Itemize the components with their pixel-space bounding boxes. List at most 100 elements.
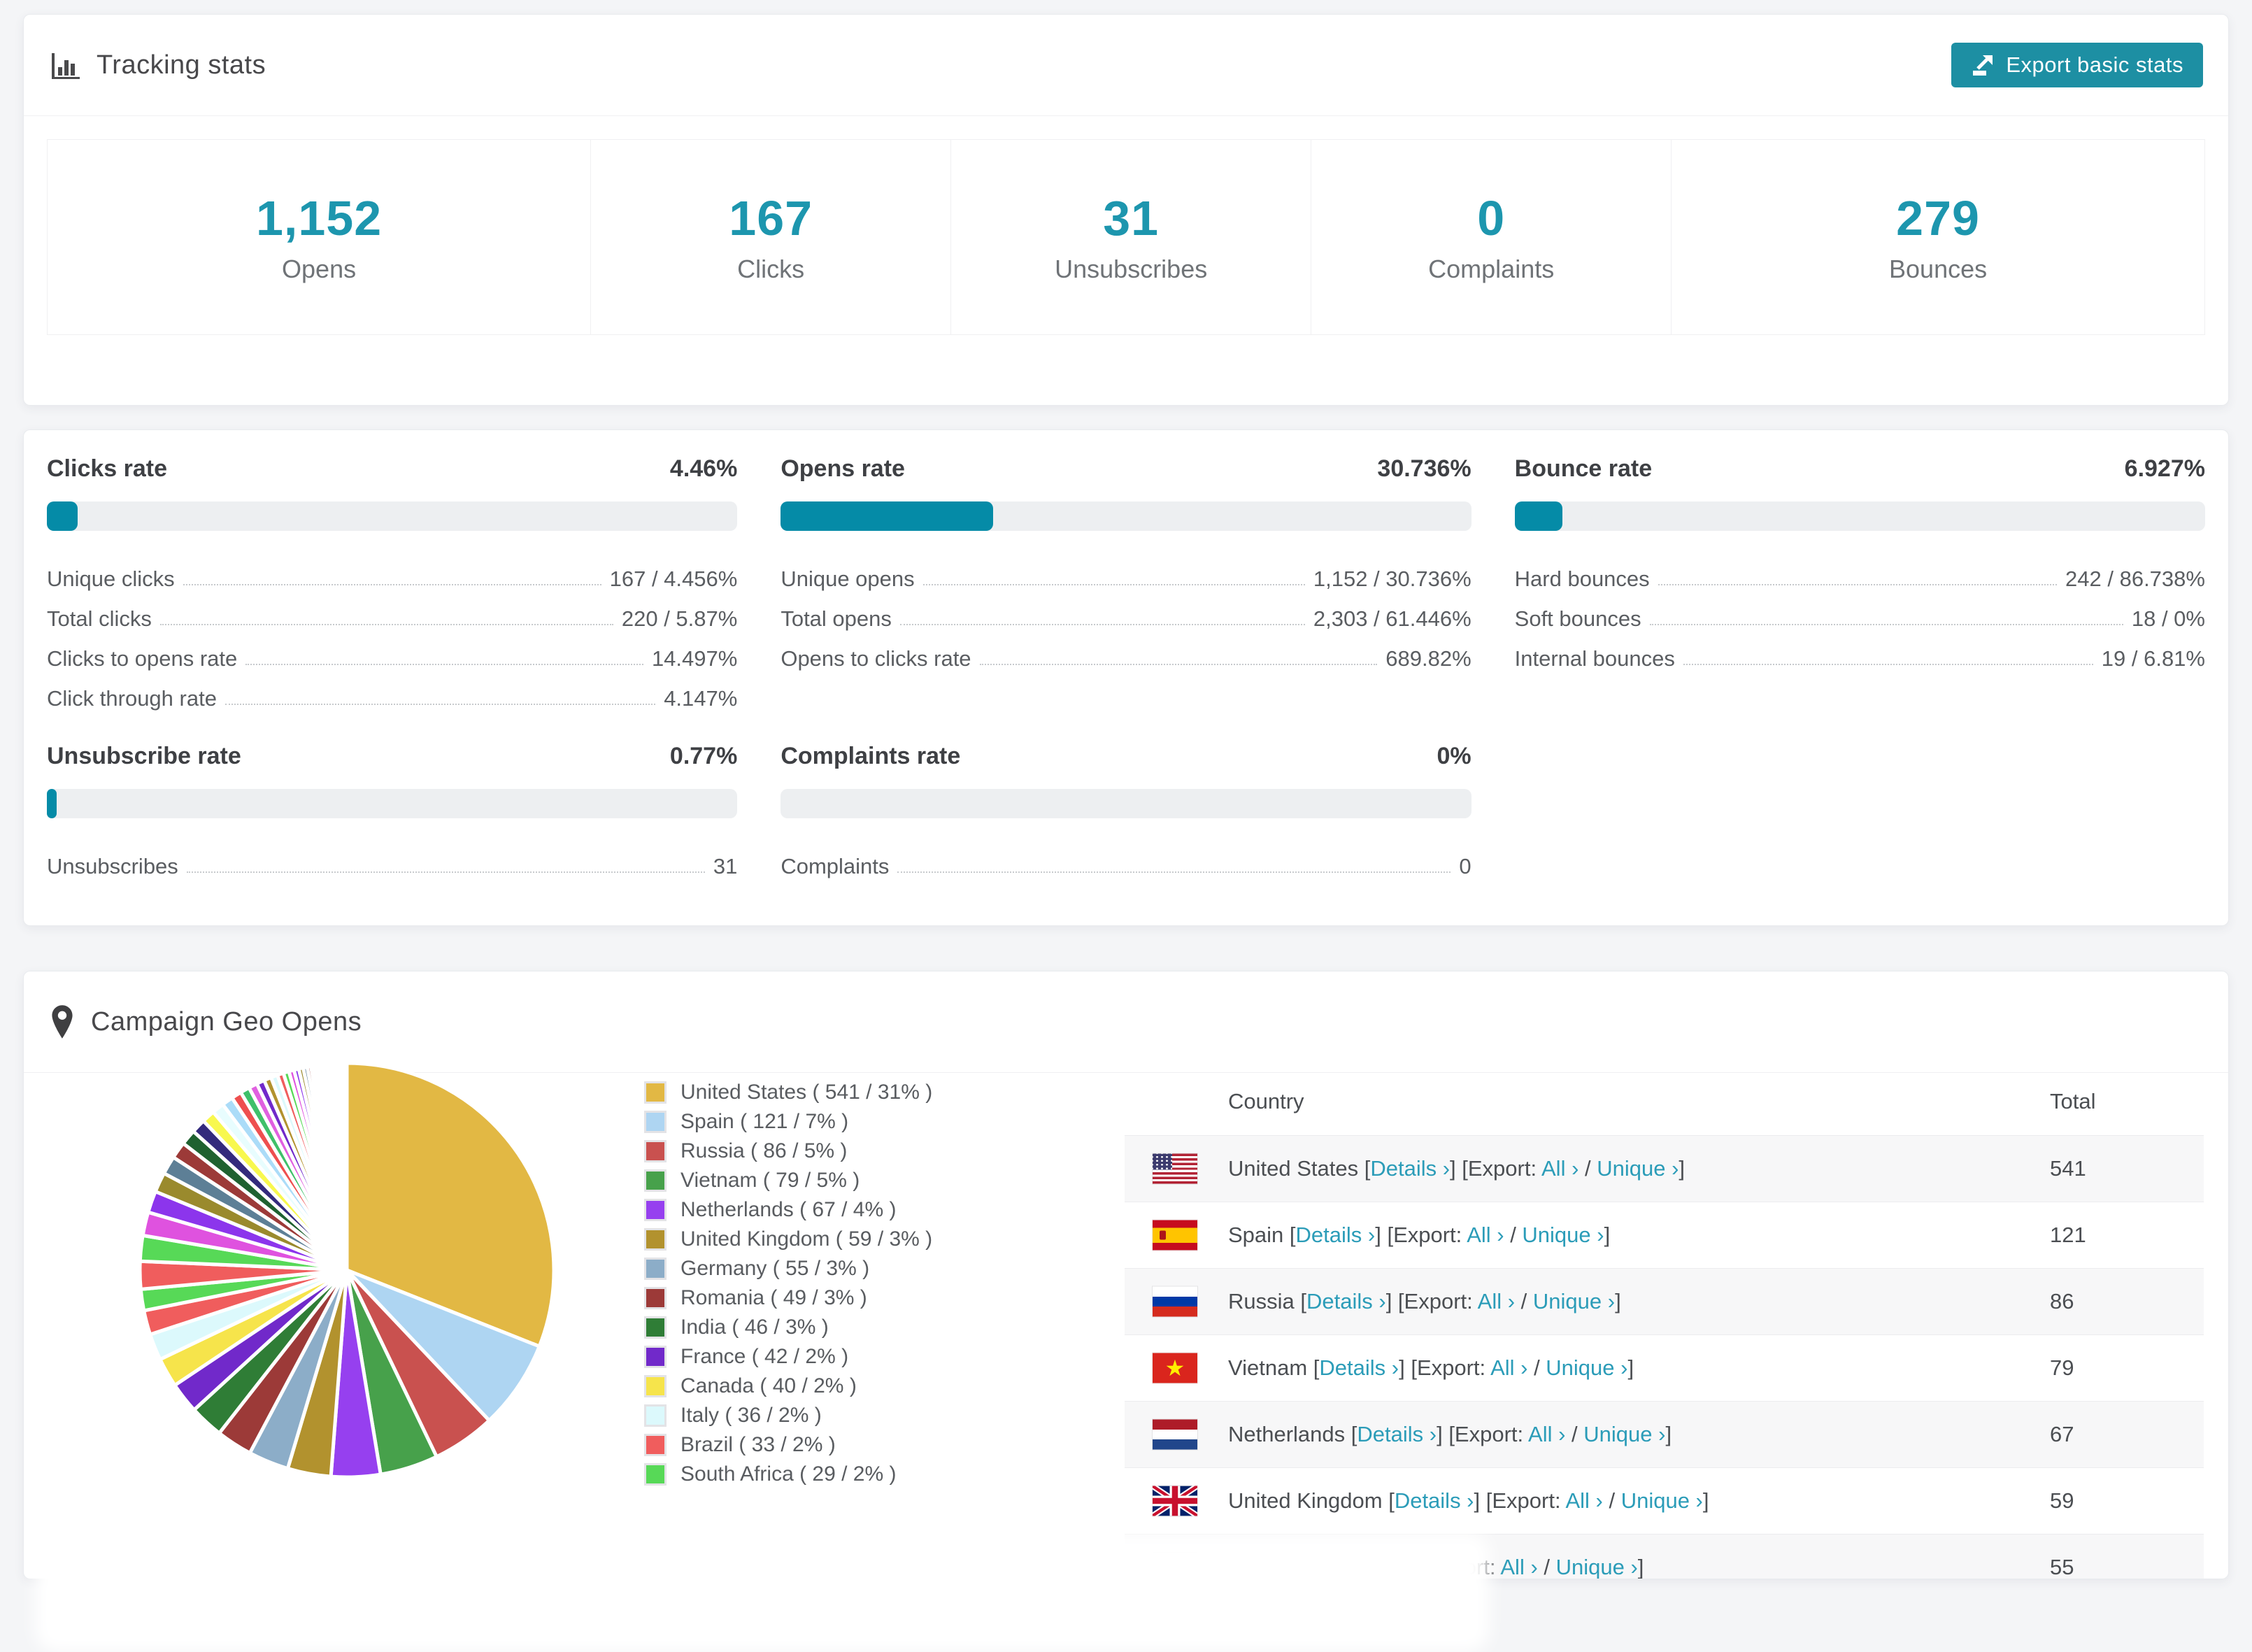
total-cell: 67 bbox=[2050, 1422, 2074, 1446]
stat-label: Clicks bbox=[737, 255, 805, 283]
export-unique-link[interactable]: Unique › bbox=[1583, 1422, 1665, 1446]
detail-value: 31 bbox=[713, 854, 738, 878]
legend-swatch bbox=[644, 1199, 667, 1221]
dotted-leader bbox=[225, 704, 656, 705]
dotted-leader bbox=[159, 624, 613, 625]
legend-swatch bbox=[644, 1081, 667, 1104]
export-all-link[interactable]: All › bbox=[1467, 1223, 1504, 1247]
pie-legend: United States ( 541 / 31% ) Spain ( 121 /… bbox=[644, 1078, 932, 1489]
legend-label: United Kingdom ( 59 / 3% ) bbox=[680, 1227, 933, 1251]
country-cell: Netherlands [Details ›] [Export: All › /… bbox=[1228, 1422, 1672, 1446]
tracking-stats-header: Tracking stats Export basic stats bbox=[24, 15, 2228, 116]
table-row: United States [Details ›] [Export: All ›… bbox=[1125, 1135, 2204, 1202]
export-basic-stats-button[interactable]: Export basic stats bbox=[1951, 43, 2203, 87]
rate-progress-bar bbox=[1514, 501, 2205, 531]
column-header-country: Country bbox=[1228, 1089, 1304, 1113]
details-link[interactable]: Details › bbox=[1395, 1488, 1474, 1513]
detail-label: Unique clicks bbox=[47, 567, 175, 591]
country-name: Vietnam bbox=[1228, 1355, 1308, 1380]
rate-detail-row: Hard bounces 242 / 86.738% bbox=[1515, 552, 2205, 592]
export-unique-link[interactable]: Unique › bbox=[1522, 1223, 1604, 1247]
legend-label: United States ( 541 / 31% ) bbox=[680, 1081, 933, 1104]
geo-country-table: Country Total United States [Details ›] … bbox=[1125, 1048, 2204, 1579]
legend-label: Netherlands ( 67 / 4% ) bbox=[680, 1198, 897, 1221]
table-row: Russia [Details ›] [Export: All › / Uniq… bbox=[1125, 1268, 2204, 1334]
export-unique-link[interactable]: Unique › bbox=[1546, 1355, 1627, 1380]
rate-progress-fill bbox=[1514, 501, 1563, 531]
country-name: Russia bbox=[1228, 1289, 1295, 1313]
rate-value: 4.46% bbox=[669, 455, 738, 482]
details-link[interactable]: Details › bbox=[1306, 1289, 1386, 1313]
legend-swatch bbox=[644, 1404, 667, 1427]
export-all-link[interactable]: All › bbox=[1478, 1289, 1515, 1313]
stat-value: 1,152 bbox=[255, 191, 383, 245]
detail-label: Total opens bbox=[781, 606, 892, 631]
detail-value: 14.497% bbox=[651, 646, 738, 671]
legend-label: Vietnam ( 79 / 5% ) bbox=[680, 1169, 860, 1192]
export-all-link[interactable]: All › bbox=[1500, 1555, 1537, 1579]
detail-value: 220 / 5.87% bbox=[621, 606, 738, 631]
legend-item: France ( 42 / 2% ) bbox=[644, 1342, 932, 1372]
geo-title: Campaign Geo Opens bbox=[91, 1006, 362, 1037]
export-unique-link[interactable]: Unique › bbox=[1621, 1488, 1703, 1513]
details-link[interactable]: Details › bbox=[1296, 1223, 1376, 1247]
country-cell: Spain [Details ›] [Export: All › / Uniqu… bbox=[1228, 1223, 1611, 1247]
country-cell: Vietnam [Details ›] [Export: All › / Uni… bbox=[1228, 1355, 1634, 1380]
table-row: Spain [Details ›] [Export: All › / Uniqu… bbox=[1125, 1202, 2204, 1268]
table-row: Vietnam [Details ›] [Export: All › / Uni… bbox=[1125, 1334, 2204, 1401]
rate-progress-bar bbox=[47, 501, 738, 531]
legend-swatch bbox=[644, 1316, 667, 1339]
detail-value: 242 / 86.738% bbox=[2065, 567, 2205, 591]
export-unique-link[interactable]: Unique › bbox=[1597, 1156, 1679, 1181]
export-unique-link[interactable]: Unique › bbox=[1556, 1555, 1638, 1579]
rate-detail-row: Soft bounces 18 / 0% bbox=[1515, 592, 2205, 632]
legend-label: Spain ( 121 / 7% ) bbox=[680, 1110, 849, 1133]
total-cell: 86 bbox=[2050, 1289, 2074, 1313]
geo-opens-pie-chart bbox=[130, 1053, 564, 1487]
legend-item: South Africa ( 29 / 2% ) bbox=[644, 1460, 932, 1489]
legend-item: Romania ( 49 / 3% ) bbox=[644, 1283, 932, 1313]
dotted-leader bbox=[922, 584, 1305, 585]
legend-label: South Africa ( 29 / 2% ) bbox=[680, 1462, 897, 1486]
stat-value: 167 bbox=[729, 191, 813, 245]
export-unique-link[interactable]: Unique › bbox=[1533, 1289, 1615, 1313]
rates-grid: Clicks rate 4.46% Unique clicks 167 / 4.456… bbox=[24, 430, 2228, 904]
export-all-link[interactable]: All › bbox=[1541, 1156, 1578, 1181]
dotted-leader bbox=[899, 624, 1305, 625]
campaign-geo-opens-card: Campaign Geo Opens United States ( 541 /… bbox=[23, 971, 2229, 1579]
detail-label: Clicks to opens rate bbox=[47, 646, 238, 671]
details-link[interactable]: Details › bbox=[1319, 1355, 1399, 1380]
rate-detail-row: Unique clicks 167 / 4.456% bbox=[47, 552, 737, 592]
summary-stat-unsubscribes: 31 Unsubscribes bbox=[951, 140, 1312, 334]
legend-swatch bbox=[644, 1346, 667, 1368]
details-link[interactable]: Details › bbox=[1357, 1422, 1437, 1446]
rate-detail-row: Total opens 2,303 / 61.446% bbox=[781, 592, 1471, 632]
legend-item: Brazil ( 33 / 2% ) bbox=[644, 1430, 932, 1460]
stat-value: 31 bbox=[1103, 191, 1160, 245]
stat-value: 0 bbox=[1477, 191, 1506, 245]
detail-value: 167 / 4.456% bbox=[609, 567, 738, 591]
detail-value: 0 bbox=[1459, 854, 1471, 878]
export-all-link[interactable]: All › bbox=[1490, 1355, 1527, 1380]
export-all-link[interactable]: All › bbox=[1528, 1422, 1565, 1446]
legend-swatch bbox=[644, 1258, 667, 1280]
rate-detail-row: Clicks to opens rate 14.497% bbox=[47, 632, 737, 671]
detail-label: Soft bounces bbox=[1514, 606, 1641, 631]
details-link[interactable]: Details › bbox=[1370, 1156, 1450, 1181]
detail-value: 18 / 0% bbox=[2131, 606, 2205, 631]
country-cell: Russia [Details ›] [Export: All › / Uniq… bbox=[1228, 1289, 1621, 1313]
rate-detail-row: Total clicks 220 / 5.87% bbox=[47, 592, 737, 632]
legend-label: Russia ( 86 / 5% ) bbox=[680, 1139, 848, 1162]
rate-block-bounce-rate: Bounce rate 6.927% Hard bounces 242 / 86.73… bbox=[1514, 455, 2205, 711]
legend-swatch bbox=[644, 1228, 667, 1251]
table-row: Netherlands [Details ›] [Export: All › /… bbox=[1125, 1401, 2204, 1467]
rate-detail-row: Click through rate 4.147% bbox=[47, 671, 737, 711]
legend-item: Vietnam ( 79 / 5% ) bbox=[644, 1166, 932, 1195]
country-flag-ru bbox=[1153, 1286, 1197, 1317]
legend-item: Italy ( 36 / 2% ) bbox=[644, 1401, 932, 1430]
summary-stat-complaints: 0 Complaints bbox=[1311, 140, 1672, 334]
legend-label: Romania ( 49 / 3% ) bbox=[680, 1286, 867, 1309]
export-all-link[interactable]: All › bbox=[1565, 1488, 1602, 1513]
total-cell: 59 bbox=[2050, 1488, 2074, 1513]
rate-progress-bar bbox=[781, 501, 1471, 531]
